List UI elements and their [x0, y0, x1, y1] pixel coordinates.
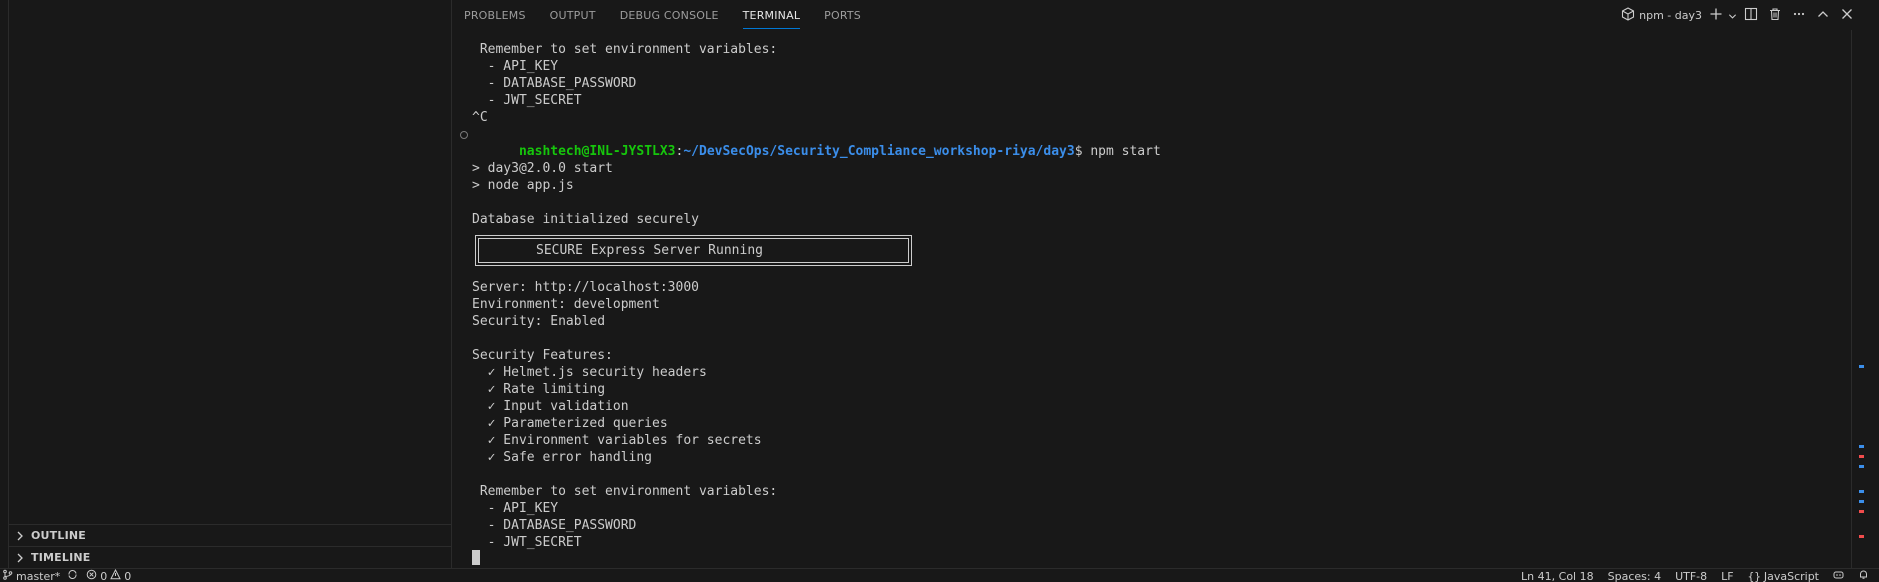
split-icon: [1744, 6, 1758, 25]
sync-icon: [67, 569, 78, 582]
terminal-line: Server: http://localhost:3000: [472, 280, 699, 295]
scroll-marker: [1859, 510, 1864, 513]
terminal-line: Remember to set environment variables:: [472, 484, 778, 499]
eol-status[interactable]: LF: [1721, 569, 1733, 582]
prompt-line: nashtech@INL-JYSTLX3:~/DevSecOps/Securit…: [452, 126, 1161, 159]
tab-output[interactable]: OUTPUT: [538, 0, 608, 30]
maximize-panel-button[interactable]: [1812, 4, 1834, 26]
tab-problems[interactable]: PROBLEMS: [452, 0, 538, 30]
terminal-line: - API_KEY: [472, 59, 559, 74]
status-bar: master* 0 0 Ln 41, Col 18 Spaces: 4 UTF-…: [0, 568, 1879, 582]
terminal-selector[interactable]: npm - day3: [1617, 4, 1706, 26]
chevron-right-icon: [9, 530, 31, 542]
terminal-line: - JWT_SECRET: [472, 93, 582, 108]
prompt-user-host: nashtech@INL-JYSTLX3: [518, 144, 676, 159]
prompt-path: ~/DevSecOps/Security_Compliance_workshop…: [683, 144, 1075, 159]
outline-section-header[interactable]: OUTLINE: [9, 524, 451, 546]
terminal-line: Remember to set environment variables:: [472, 42, 778, 57]
explorer-sidebar: OUTLINE TIMELINE: [9, 0, 452, 568]
git-branch-status[interactable]: master*: [2, 569, 78, 582]
bottom-panel: PROBLEMS OUTPUT DEBUG CONSOLE TERMINAL P…: [452, 0, 1866, 568]
warning-count: 0: [124, 570, 132, 582]
scroll-marker: [1859, 365, 1864, 368]
panel-actions: npm - day3: [1617, 0, 1858, 30]
prompt-dollar: $: [1074, 144, 1091, 159]
outline-label: OUTLINE: [31, 529, 87, 542]
terminal-profile-dropdown[interactable]: [1726, 4, 1738, 26]
tab-terminal[interactable]: TERMINAL: [731, 0, 813, 30]
terminal-line: ✓ Parameterized queries: [472, 416, 668, 431]
git-branch-label: master*: [16, 570, 61, 582]
chevron-right-icon: [9, 552, 31, 564]
scroll-marker: [1859, 445, 1864, 448]
scroll-marker: [1859, 465, 1864, 468]
indentation-status[interactable]: Spaces: 4: [1608, 569, 1661, 582]
notifications-status[interactable]: [1858, 569, 1869, 582]
timeline-label: TIMELINE: [31, 551, 91, 564]
terminal-cursor: [472, 550, 480, 565]
terminal-line: Environment: development: [472, 297, 660, 312]
scroll-marker: [1859, 500, 1864, 503]
terminal-scrollbar[interactable]: [1851, 30, 1866, 568]
copilot-icon: [1833, 569, 1844, 582]
terminal-line: Database initialized securely: [472, 212, 699, 227]
terminal-line: ✓ Helmet.js security headers: [472, 365, 707, 380]
banner-text: SECURE Express Server Running: [536, 243, 763, 258]
prompt-command: npm start: [1090, 144, 1161, 159]
terminal-line: Security: Enabled: [472, 314, 606, 329]
copilot-status[interactable]: [1833, 569, 1844, 582]
chevron-down-icon: [1728, 6, 1737, 25]
ellipsis-icon: [1792, 6, 1806, 25]
terminal-line: > day3@2.0.0 start: [472, 161, 613, 176]
close-icon: [1840, 6, 1854, 25]
chevron-up-icon: [1816, 6, 1830, 25]
terminal-line: ✓ Safe error handling: [472, 450, 653, 465]
tab-ports[interactable]: PORTS: [812, 0, 873, 30]
warning-icon: [110, 569, 122, 582]
split-terminal-button[interactable]: [1740, 4, 1762, 26]
error-count: 0: [100, 570, 108, 582]
activity-bar-edge: [0, 0, 9, 568]
close-panel-button[interactable]: [1836, 4, 1858, 26]
panel-tabs: PROBLEMS OUTPUT DEBUG CONSOLE TERMINAL P…: [452, 0, 873, 30]
language-label: JavaScript: [1763, 570, 1819, 582]
plus-icon: [1709, 6, 1723, 25]
language-mode-status[interactable]: {} JavaScript: [1747, 569, 1819, 582]
server-banner: SECURE Express Server Running: [475, 235, 912, 266]
terminal-line: - DATABASE_PASSWORD: [472, 518, 637, 533]
encoding-status[interactable]: UTF-8: [1675, 569, 1707, 582]
scroll-marker: [1859, 455, 1864, 458]
terminal-output[interactable]: Remember to set environment variables: -…: [452, 36, 1852, 568]
terminal-line: - DATABASE_PASSWORD: [472, 76, 637, 91]
terminal-line: Security Features:: [472, 348, 613, 363]
problems-status[interactable]: 0 0: [86, 569, 132, 582]
scroll-marker: [1859, 490, 1864, 493]
terminal-line: > node app.js: [472, 178, 574, 193]
error-icon: [86, 569, 97, 582]
bell-icon: [1858, 569, 1869, 582]
trash-icon: [1768, 6, 1782, 25]
scroll-marker: [1859, 535, 1864, 538]
timeline-section-header[interactable]: TIMELINE: [9, 546, 451, 568]
cursor-position-status[interactable]: Ln 41, Col 18: [1521, 569, 1594, 582]
more-actions-button[interactable]: [1788, 4, 1810, 26]
terminal-line: ✓ Rate limiting: [472, 382, 606, 397]
terminal-line: ^C: [472, 110, 488, 125]
terminal-line: ✓ Environment variables for secrets: [472, 433, 762, 448]
kill-terminal-button[interactable]: [1764, 4, 1786, 26]
command-decoration-icon[interactable]: [460, 131, 468, 139]
new-terminal-button[interactable]: [1708, 4, 1724, 26]
terminal-line: - API_KEY: [472, 501, 559, 516]
tab-debug-console[interactable]: DEBUG CONSOLE: [608, 0, 731, 30]
terminal-line: - JWT_SECRET: [472, 535, 582, 550]
git-branch-icon: [2, 569, 13, 582]
braces-icon: {}: [1747, 570, 1761, 582]
terminal-name: npm - day3: [1639, 8, 1702, 22]
terminal-line: ✓ Input validation: [472, 399, 629, 414]
terminal-icon: [1621, 6, 1635, 24]
